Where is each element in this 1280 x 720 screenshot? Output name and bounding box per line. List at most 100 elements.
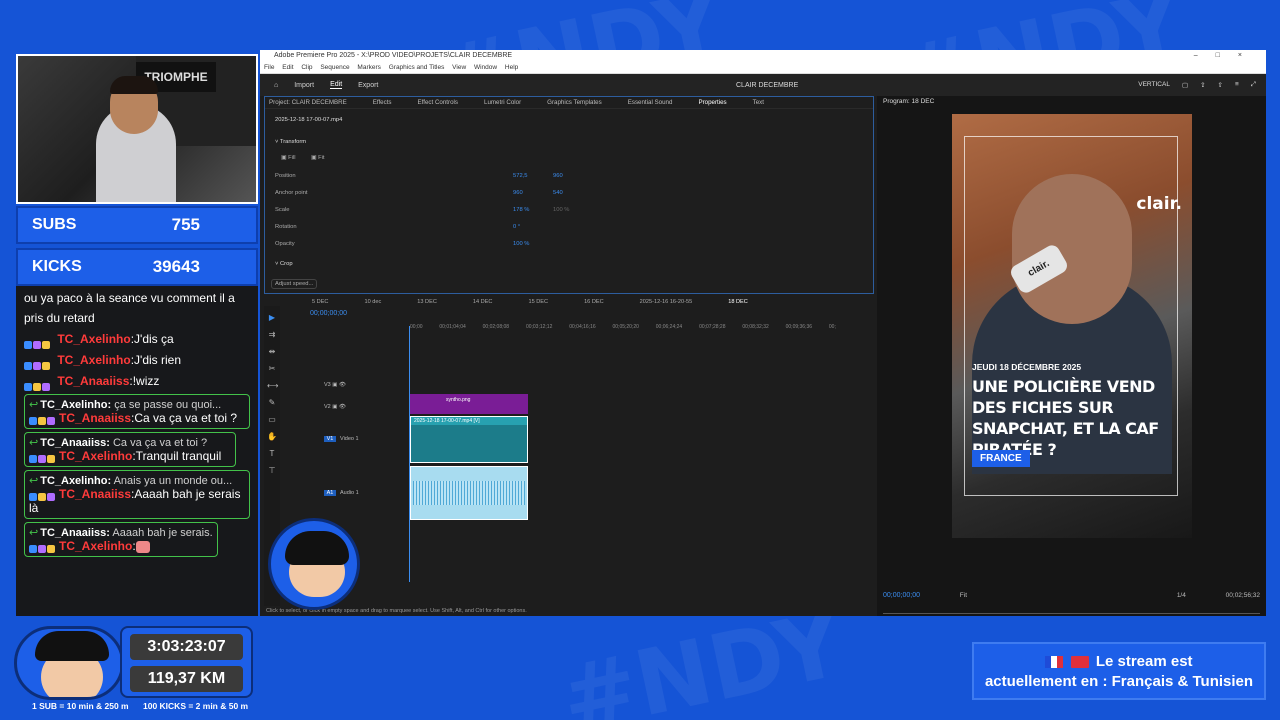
seq-tab[interactable]: 14 DEC <box>473 296 493 308</box>
menu-file[interactable]: File <box>264 64 274 71</box>
workspace-preset[interactable]: VERTICAL <box>1138 81 1170 89</box>
chat-username[interactable]: TC_Axelinho <box>59 449 132 463</box>
ruler-tick: 00;09;36;36 <box>785 324 813 330</box>
chat-username[interactable]: TC_Axelinho <box>59 539 132 553</box>
window-titlebar: Adobe Premiere Pro 2025 - X:\PROD VIDEO\… <box>260 50 1266 62</box>
ruler-tick: 00;08;32;32 <box>742 324 769 330</box>
track-target[interactable]: A1 <box>324 490 336 496</box>
rectangle-icon[interactable]: ▭ <box>267 415 277 425</box>
anchor-y-value[interactable]: 540 <box>553 190 563 196</box>
monitor-controls: 00;00;00;00 Fit 1/4 00;02;56;32 ⎘▣⇥⇤◀▶▷⎙ <box>883 592 1260 616</box>
tab-export[interactable]: Export <box>358 82 378 89</box>
reply-username: TC_Axelinho: <box>40 399 112 411</box>
fit-dropdown[interactable]: Fit <box>960 592 967 599</box>
pen-icon[interactable]: ✎ <box>267 398 277 408</box>
seq-tab[interactable]: 15 DEC <box>528 296 548 308</box>
seq-tab[interactable]: 5 DEC <box>312 296 328 308</box>
tab-properties[interactable]: Properties <box>698 97 726 108</box>
track-target[interactable]: V1 <box>324 436 336 442</box>
razor-icon[interactable]: ✂ <box>267 364 277 374</box>
menu-window[interactable]: Window <box>474 64 497 71</box>
tab-effects[interactable]: Effects <box>373 97 392 108</box>
track-select-icon[interactable]: ⇉ <box>267 330 277 340</box>
timeline-timecode[interactable]: 00;00;00;00 <box>310 310 347 317</box>
quality-dropdown[interactable]: 1/4 <box>1177 592 1186 599</box>
tab-essential-sound[interactable]: Essential Sound <box>628 97 673 108</box>
menu-sequence[interactable]: Sequence <box>320 64 349 71</box>
anchor-x-value[interactable]: 960 <box>513 190 523 196</box>
tab-edit[interactable]: Edit <box>330 81 343 89</box>
ruler-tick: 00;06;24;24 <box>655 324 683 330</box>
menu-markers[interactable]: Markers <box>357 64 380 71</box>
video-date: JEUDI 18 DÉCEMBRE 2025 <box>972 362 1082 372</box>
tab-graphics-templates[interactable]: Graphics Templates <box>547 97 602 108</box>
tab-text[interactable]: Text <box>753 97 764 108</box>
chat-username[interactable]: TC_Anaaiiss <box>59 487 131 501</box>
seq-tab[interactable]: 13 DEC <box>417 296 437 308</box>
window-controls[interactable]: –□× <box>1194 50 1260 62</box>
selection-tool-icon[interactable]: ▶ <box>267 313 277 323</box>
chat-reply: ↩ TC_Anaaiiss: Ca va ça va et toi ? TC_Ax… <box>24 432 236 467</box>
scale-link-value: 100 % <box>553 207 570 213</box>
chat-message: ou ya paco à la seance vu comment il a p… <box>24 291 235 325</box>
seq-tab-active[interactable]: 18 DEC <box>728 296 748 308</box>
reply-username: TC_Axelinho: <box>40 475 112 487</box>
menu-clip[interactable]: Clip <box>301 64 312 71</box>
share-icon[interactable]: ⇧ <box>1218 81 1223 89</box>
clip-v1[interactable]: 2025-12-18 17-00-07.mp4 [V] <box>410 416 528 463</box>
expand-icon[interactable]: ⤢ <box>1251 81 1256 89</box>
video-tag: FRANCE <box>972 450 1030 467</box>
transform-section[interactable]: ˅ Transform <box>275 139 306 145</box>
seq-tab[interactable]: 2025-12-16 16-20-55 <box>640 296 693 308</box>
video-preview[interactable]: clair. clair. JEUDI 18 DÉCEMBRE 2025 UNE… <box>952 114 1192 538</box>
chat-reply: ↩ TC_Anaaiiss: Aaaah bah je serais... TC_… <box>24 522 218 557</box>
position-y-value[interactable]: 960 <box>553 173 563 179</box>
subs-label: SUBS <box>32 216 77 233</box>
tab-lumetri[interactable]: Lumetri Color <box>484 97 521 108</box>
ruler-tick: 00;03;12;12 <box>525 324 553 330</box>
home-icon[interactable]: ⌂ <box>274 82 278 89</box>
chat-username[interactable]: TC_Axelinho <box>57 332 130 346</box>
tab-effect-controls[interactable]: Effect Controls <box>418 97 458 108</box>
clip-a1[interactable] <box>410 466 528 520</box>
chat-text: :Tranquil tranquil <box>132 449 222 463</box>
slip-icon[interactable]: ⟷ <box>267 381 278 391</box>
adjust-speed-button[interactable]: Adjust speed... <box>271 279 318 289</box>
time-ruler[interactable]: 00;00 00;01;04;04 00;02;08;08 00;03;12;1… <box>410 324 836 334</box>
mascot-avatar <box>268 518 360 610</box>
sub-rule: 1 SUB = 10 min & 250 m <box>32 701 129 711</box>
menu-help[interactable]: Help <box>505 64 518 71</box>
menu-icon[interactable]: ≡ <box>1235 81 1239 89</box>
quick-export-icon[interactable]: ⇪ <box>1200 81 1205 89</box>
crop-section[interactable]: ˅ Crop <box>275 261 293 267</box>
tab-import[interactable]: Import <box>294 82 314 89</box>
caption-icon[interactable]: ⊤ <box>267 466 277 476</box>
ripple-edit-icon[interactable]: ⇹ <box>267 347 277 357</box>
seq-tab[interactable]: 16 DEC <box>584 296 604 308</box>
type-icon[interactable]: T <box>267 449 277 459</box>
clip-v2[interactable]: syntho.png <box>410 394 528 414</box>
fit-option[interactable]: ▣ Fit <box>311 155 325 161</box>
fit-label: Fit <box>318 155 325 161</box>
menu-edit[interactable]: Edit <box>282 64 293 71</box>
chat-username[interactable]: TC_Anaaiiss <box>57 374 129 388</box>
tab-project[interactable]: Project: CLAIR DECEMBRE <box>269 97 347 108</box>
opacity-value[interactable]: 100 % <box>513 241 529 247</box>
hand-icon[interactable]: ✋ <box>267 432 277 442</box>
chat-message: TC_Axelinho:J'dis rien <box>24 350 250 370</box>
layout-icon[interactable]: ▢ <box>1182 81 1188 89</box>
rotation-value[interactable]: 0 ° <box>513 224 520 230</box>
monitor-timecode[interactable]: 00;00;00;00 <box>883 592 920 599</box>
scale-value[interactable]: 178 % <box>513 207 529 213</box>
chat-panel: ou ya paco à la seance vu comment il a p… <box>16 286 258 616</box>
menu-graphics[interactable]: Graphics and Titles <box>389 64 445 71</box>
position-x-value[interactable]: 572,5 <box>513 173 528 179</box>
chat-username[interactable]: TC_Anaaiiss <box>59 411 131 425</box>
chat-username[interactable]: TC_Axelinho <box>57 353 130 367</box>
track-a1-header: A1 Audio 1 <box>324 490 416 506</box>
window-title: Adobe Premiere Pro 2025 - X:\PROD VIDEO\… <box>274 52 513 59</box>
seq-tab[interactable]: 10 dec <box>364 296 381 308</box>
mascot-logo <box>14 626 124 700</box>
menu-view[interactable]: View <box>452 64 466 71</box>
fill-option[interactable]: ▣ Fill <box>281 155 296 161</box>
